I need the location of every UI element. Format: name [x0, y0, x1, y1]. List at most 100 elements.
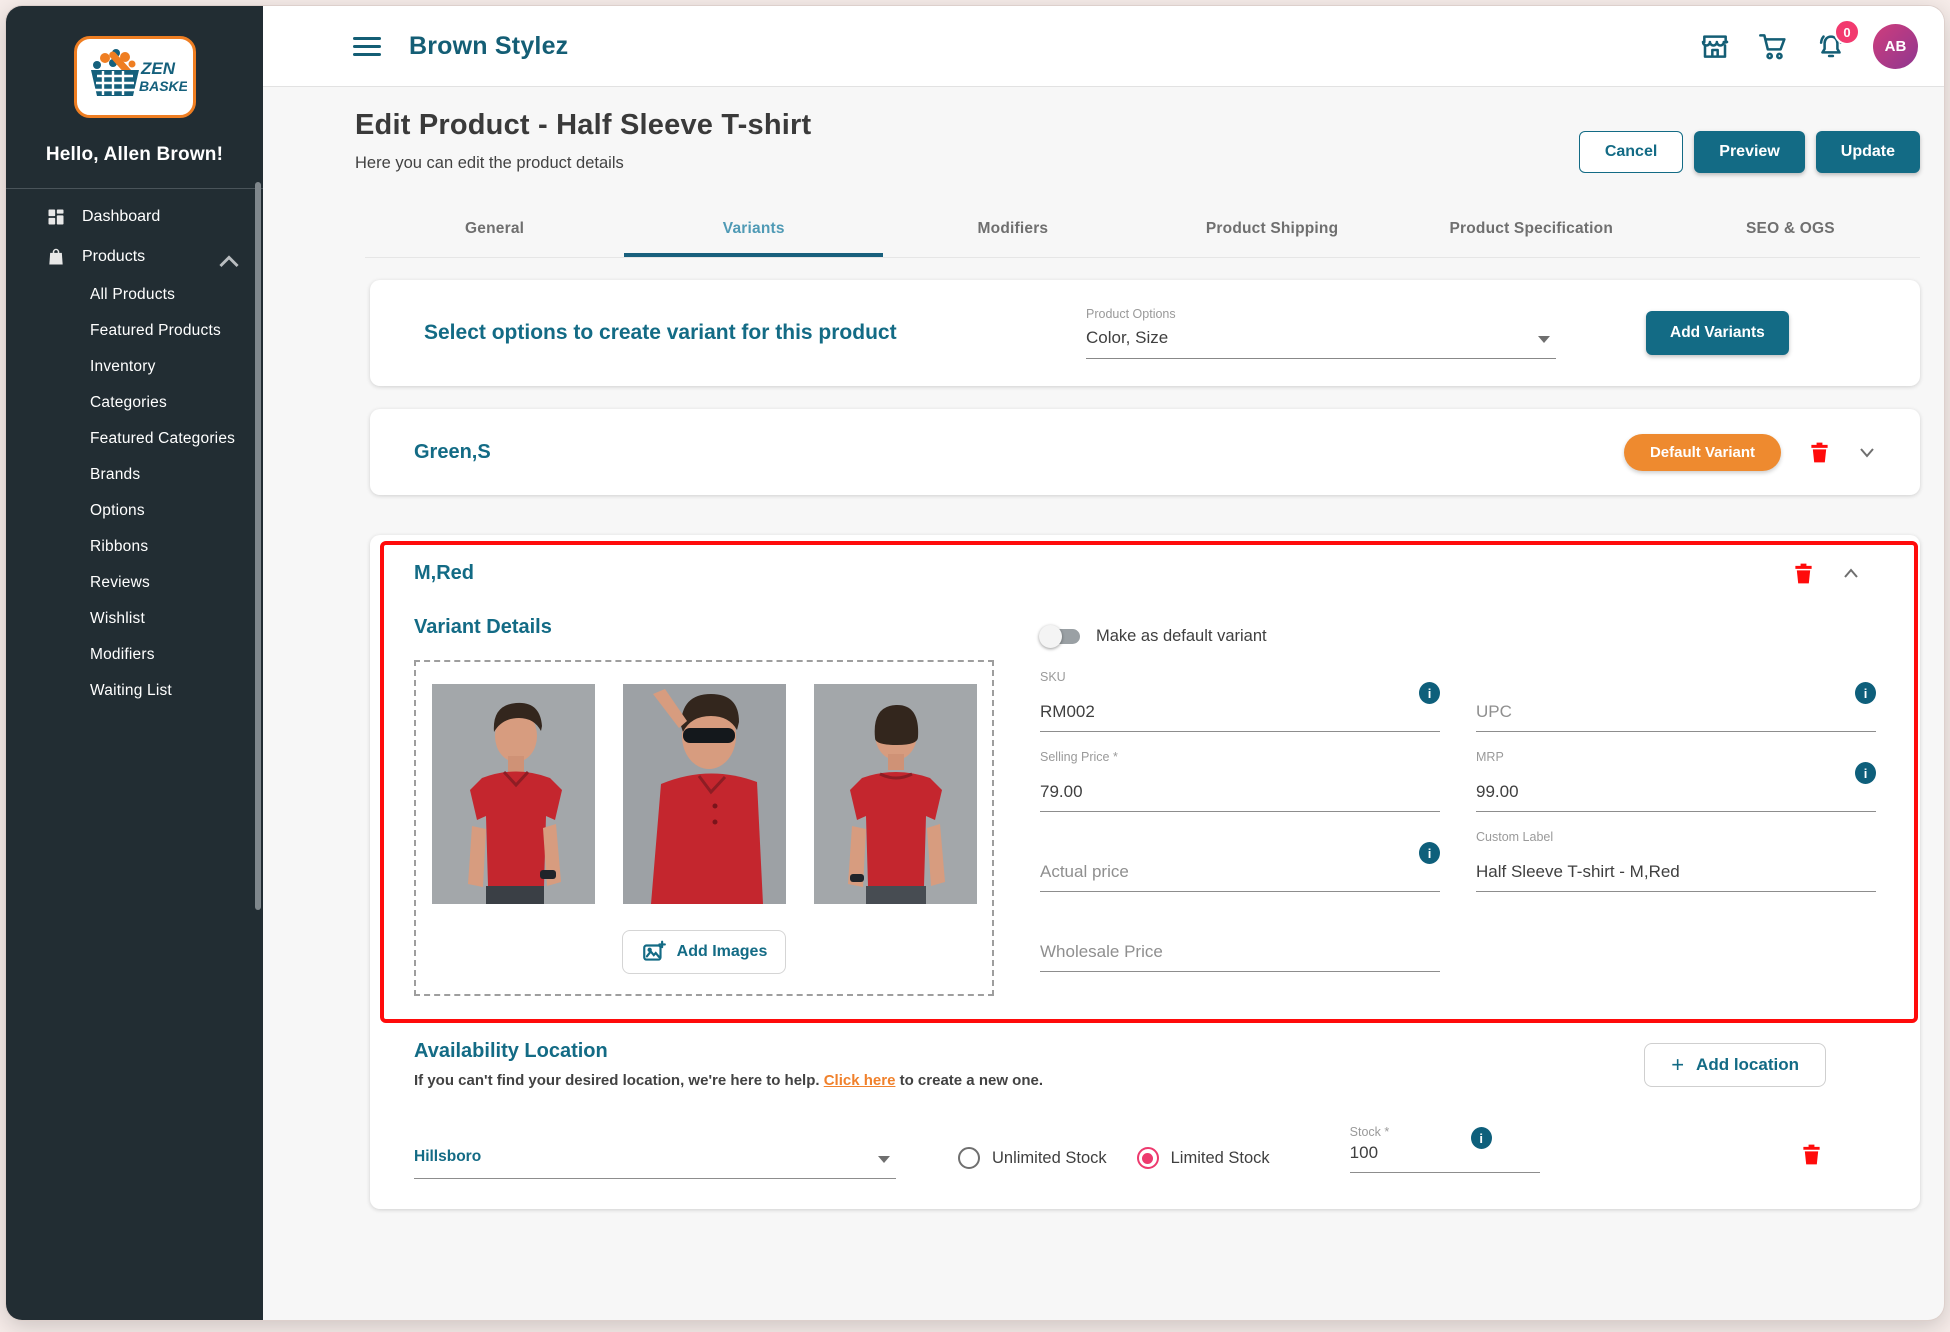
- sidebar-item-featured-categories[interactable]: Featured Categories: [6, 421, 263, 457]
- info-icon[interactable]: i: [1855, 682, 1876, 704]
- variant-image-back[interactable]: [814, 684, 977, 904]
- variant-image-closeup[interactable]: [623, 684, 786, 904]
- menu-toggle-icon[interactable]: [353, 32, 381, 61]
- availability-header: Availability Location If you can't find …: [414, 1040, 1876, 1089]
- sidebar-item-all-products[interactable]: All Products: [6, 277, 263, 313]
- stock-field[interactable]: Stock * 100 i: [1350, 1123, 1540, 1173]
- sidebar-item-waiting-list[interactable]: Waiting List: [6, 673, 263, 709]
- default-variant-badge[interactable]: Default Variant: [1624, 434, 1781, 471]
- mrp-field[interactable]: MRP 99.00 i: [1476, 748, 1876, 812]
- tab-product-shipping[interactable]: Product Shipping: [1142, 203, 1401, 257]
- tab-variants[interactable]: Variants: [624, 203, 883, 257]
- tab-general[interactable]: General: [365, 203, 624, 257]
- dashboard-icon: [46, 207, 66, 227]
- update-button[interactable]: Update: [1816, 131, 1920, 173]
- topbar: Brown Stylez: [263, 6, 1944, 87]
- notifications-bell-icon[interactable]: 0: [1815, 30, 1847, 62]
- tab-product-specification[interactable]: Product Specification: [1402, 203, 1661, 257]
- sidebar-item-reviews[interactable]: Reviews: [6, 565, 263, 601]
- sidebar-item-ribbons[interactable]: Ribbons: [6, 529, 263, 565]
- product-tabs: General Variants Modifiers Product Shipp…: [365, 203, 1920, 258]
- chevron-up-icon[interactable]: [219, 251, 239, 276]
- cart-icon[interactable]: [1757, 30, 1789, 62]
- delete-variant-icon[interactable]: [1807, 440, 1832, 465]
- location-value[interactable]: Hillsboro: [414, 1148, 896, 1179]
- variant-row-green-s[interactable]: Green,S Default Variant: [370, 409, 1920, 495]
- header-actions: Cancel Preview Update: [1579, 131, 1920, 173]
- sidebar-item-inventory[interactable]: Inventory: [6, 349, 263, 385]
- sidebar-item-options[interactable]: Options: [6, 493, 263, 529]
- sidebar-item-dashboard[interactable]: Dashboard: [6, 197, 263, 237]
- product-options-label: Product Options: [1086, 307, 1556, 321]
- sidebar-item-modifiers[interactable]: Modifiers: [6, 637, 263, 673]
- sidebar-item-products[interactable]: Products: [6, 237, 263, 277]
- variant-image-front[interactable]: [432, 684, 595, 904]
- sidebar-item-wishlist[interactable]: Wishlist: [6, 601, 263, 637]
- default-variant-toggle-label: Make as default variant: [1096, 627, 1267, 646]
- add-location-button[interactable]: + Add location: [1644, 1043, 1826, 1087]
- location-select[interactable]: Hillsboro: [414, 1148, 896, 1179]
- limited-stock-radio[interactable]: Limited Stock: [1137, 1147, 1270, 1169]
- page-title: Edit Product - Half Sleeve T-shirt: [355, 109, 811, 142]
- svg-text:BASKET: BASKET: [139, 78, 187, 94]
- upc-field[interactable]: UPC i: [1476, 668, 1876, 732]
- tab-modifiers[interactable]: Modifiers: [883, 203, 1142, 257]
- zenbasket-logo-icon: ZEN BASKET: [83, 44, 187, 110]
- dropdown-arrow-icon[interactable]: [1538, 336, 1550, 343]
- radio-unchecked-icon[interactable]: [958, 1147, 980, 1169]
- storefront-icon[interactable]: [1699, 30, 1731, 62]
- chevron-up-icon[interactable]: [1842, 565, 1860, 583]
- delete-location-icon[interactable]: [1799, 1142, 1824, 1167]
- add-images-button[interactable]: Add Images: [622, 930, 787, 974]
- wholesale-price-field[interactable]: Wholesale Price: [1040, 908, 1440, 972]
- store-title: Brown Stylez: [409, 32, 568, 61]
- sku-field[interactable]: SKU RM002 i: [1040, 668, 1440, 732]
- products-bag-icon: [46, 247, 66, 267]
- preview-button[interactable]: Preview: [1694, 131, 1804, 173]
- selling-price-field[interactable]: Selling Price * 79.00: [1040, 748, 1440, 812]
- variant-details-title: Variant Details: [414, 616, 994, 660]
- tab-seo-ogs[interactable]: SEO & OGS: [1661, 203, 1920, 257]
- notification-count-badge: 0: [1834, 19, 1860, 45]
- sidebar-scrollbar[interactable]: [255, 182, 261, 910]
- location-row: Hillsboro Unlimited Stock Limited Stock …: [414, 1123, 1876, 1179]
- custom-label-field[interactable]: Custom Label Half Sleeve T-shirt - M,Red: [1476, 828, 1876, 892]
- sidebar-item-categories[interactable]: Categories: [6, 385, 263, 421]
- variant-name: M,Red: [414, 562, 474, 585]
- variant-name: Green,S: [414, 441, 491, 464]
- availability-helper: If you can't find your desired location,…: [414, 1072, 1043, 1089]
- radio-checked-icon[interactable]: [1137, 1147, 1159, 1169]
- dropdown-arrow-icon[interactable]: [878, 1156, 890, 1163]
- svg-text:ZEN: ZEN: [140, 59, 176, 78]
- info-icon[interactable]: i: [1419, 842, 1440, 864]
- options-card-title: Select options to create variant for thi…: [424, 321, 1044, 345]
- plus-icon: +: [1671, 1057, 1684, 1073]
- main-area: Brown Stylez: [263, 6, 1944, 1320]
- add-location-label: Add location: [1696, 1055, 1799, 1075]
- availability-title: Availability Location: [414, 1040, 1043, 1063]
- cancel-button[interactable]: Cancel: [1579, 131, 1683, 173]
- actual-price-field[interactable]: Actual price i: [1040, 828, 1440, 892]
- unlimited-stock-radio[interactable]: Unlimited Stock: [958, 1147, 1107, 1169]
- info-icon[interactable]: i: [1855, 762, 1876, 784]
- user-avatar[interactable]: AB: [1873, 24, 1918, 69]
- sidebar: ZEN BASKET Hello, Allen Brown! Dashboard…: [6, 6, 263, 1320]
- default-variant-toggle[interactable]: [1042, 629, 1080, 644]
- add-image-icon: [641, 939, 667, 965]
- sidebar-item-brands[interactable]: Brands: [6, 457, 263, 493]
- variant-images-dropzone[interactable]: Add Images: [414, 660, 994, 996]
- delete-variant-icon[interactable]: [1791, 561, 1816, 586]
- zenbasket-logo[interactable]: ZEN BASKET: [74, 36, 196, 118]
- add-images-label: Add Images: [677, 943, 768, 961]
- sidebar-item-featured-products[interactable]: Featured Products: [6, 313, 263, 349]
- page-header: Edit Product - Half Sleeve T-shirt Here …: [355, 109, 1920, 173]
- variant-options-card: Select options to create variant for thi…: [370, 280, 1920, 386]
- click-here-link[interactable]: Click here: [824, 1072, 896, 1089]
- product-options-select[interactable]: Product Options Color, Size: [1086, 307, 1556, 359]
- product-options-value[interactable]: Color, Size: [1086, 328, 1556, 359]
- info-icon[interactable]: i: [1419, 682, 1440, 704]
- chevron-down-icon[interactable]: [1858, 443, 1876, 461]
- add-variants-button[interactable]: Add Variants: [1646, 311, 1789, 355]
- info-icon[interactable]: i: [1471, 1127, 1492, 1149]
- topbar-actions: 0 AB: [1699, 24, 1918, 69]
